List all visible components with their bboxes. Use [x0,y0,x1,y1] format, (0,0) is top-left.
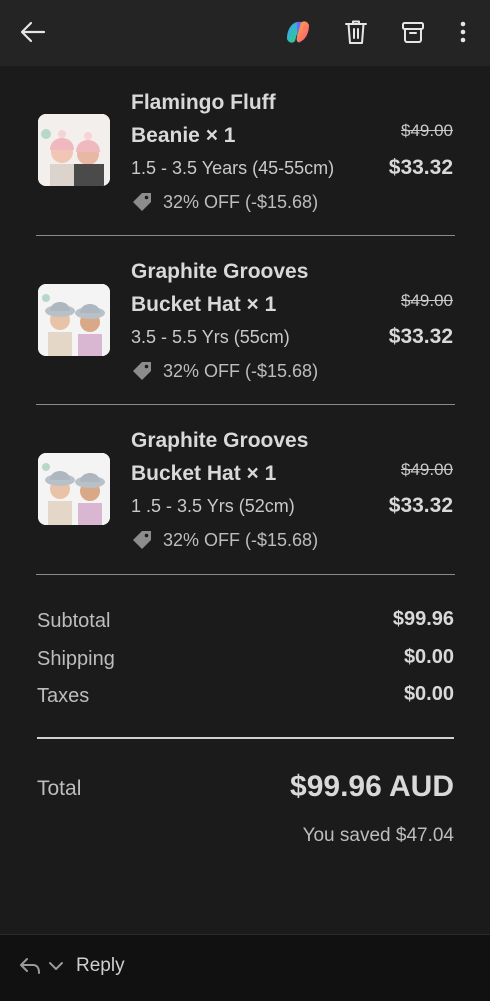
original-price: $49.00 [401,460,453,479]
taxes-value: $0.00 [403,683,454,705]
product-name: Flamingo Fluff Beanie × 1 [131,86,331,152]
item-price: $33.32 [388,494,453,517]
shipping-value: $0.00 [403,646,454,668]
discount-row: 32% OFF (-$15.68) [131,191,318,213]
discount-row: 32% OFF (-$15.68) [131,529,318,551]
reply-icon [20,958,40,974]
original-price: $49.00 [401,291,453,310]
price-tag-icon [133,362,151,380]
product-name-line1: Flamingo Fluff [131,91,276,114]
copilot-button[interactable] [280,14,316,50]
arrow-left-icon [20,21,46,43]
divider [36,235,455,236]
discount-row: 32% OFF (-$15.68) [131,360,318,382]
product-name-line1: Graphite Grooves [131,260,309,283]
subtotal-value: $99.96 [392,608,454,630]
item-price: $33.32 [388,325,453,348]
discount-text: 32% OFF (-$15.68) [163,191,319,212]
product-image-bucket-hat[interactable] [38,284,110,356]
chevron-down-icon[interactable] [48,961,64,971]
total-divider [37,737,454,739]
archive-button[interactable] [395,14,431,50]
top-toolbar [0,0,490,66]
bottom-bar: Reply [0,934,490,1001]
product-variant: 3.5 - 5.5 Yrs (55cm) [131,327,290,347]
product-name: Graphite Grooves Bucket Hat × 1 [131,255,331,321]
product-image-beanie[interactable] [38,114,110,186]
product-name: Graphite Grooves Bucket Hat × 1 [131,424,331,490]
copilot-icon [287,21,309,43]
total-value: $99.96 AUD [290,770,454,803]
product-variant: 1 .5 - 3.5 Yrs (52cm) [131,496,295,516]
archive-icon [402,22,424,43]
reply-label: Reply [76,955,125,976]
divider [36,574,455,575]
savings-text: You saved $47.04 [302,825,454,846]
original-price: $49.00 [401,121,453,140]
total-label: Total [37,777,82,800]
discount-text: 32% OFF (-$15.68) [163,360,319,381]
price-tag-icon [133,531,151,549]
subtotal-label: Subtotal [37,610,111,632]
trash-icon [345,20,367,44]
price-tag-icon [133,193,151,211]
back-button[interactable] [15,14,51,50]
taxes-label: Taxes [37,685,90,707]
product-image-bucket-hat[interactable] [38,453,110,525]
product-name-line1: Graphite Grooves [131,429,309,452]
delete-button[interactable] [338,14,374,50]
reply-button[interactable]: Reply [18,955,125,977]
divider [36,404,455,405]
product-variant: 1.5 - 3.5 Years (45-55cm) [131,158,335,178]
product-name-line2: Bucket Hat × 1 [131,293,277,316]
more-options-button[interactable] [445,14,481,50]
product-name-line2: Bucket Hat × 1 [131,462,277,485]
discount-text: 32% OFF (-$15.68) [163,529,319,550]
shipping-label: Shipping [37,648,115,670]
product-name-line2: Beanie × 1 [131,124,236,147]
more-vertical-icon [460,21,466,43]
item-price: $33.32 [388,156,453,179]
